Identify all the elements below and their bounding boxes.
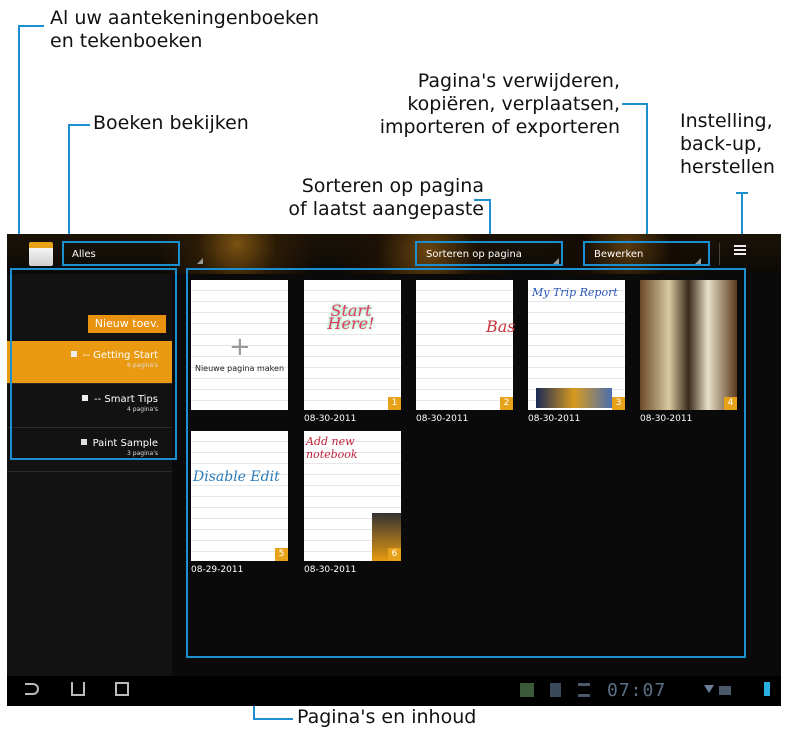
- callout-edit-line3: importeren of exporteren: [379, 116, 620, 138]
- overflow-menu-icon[interactable]: [734, 245, 746, 259]
- callout-pages-content: Pagina's en inhoud: [297, 706, 476, 729]
- system-nav-bar: 07:07: [7, 676, 781, 706]
- highlight-page-grid: [186, 268, 746, 658]
- signal-icon: [719, 686, 731, 695]
- callout-edit-pages: Pagina's verwijderen, kopiëren, verplaat…: [378, 70, 620, 139]
- leader-settings-cap: [736, 192, 748, 194]
- callout-edit-line2: kopiëren, verplaatsen,: [407, 93, 620, 115]
- leader-notebooks-h: [18, 25, 44, 27]
- highlight-sort: [415, 241, 563, 266]
- download-icon: [578, 683, 590, 697]
- leader-edit-h: [622, 103, 648, 105]
- callout-pages-content-text: Pagina's en inhoud: [297, 706, 477, 728]
- callout-view-books-text: Boeken bekijken: [93, 112, 249, 134]
- notes-app-icon[interactable]: [29, 242, 53, 266]
- callout-settings-line2: back-up,: [680, 133, 763, 155]
- leader-settings-v: [741, 192, 743, 240]
- highlight-edit: [583, 241, 710, 266]
- leader-sort-h: [474, 199, 490, 201]
- callout-sort: Sorteren op pagina of laatst aangepaste: [240, 175, 484, 221]
- leader-notebooks-v: [18, 25, 20, 268]
- callout-edit-line1: Pagina's verwijderen,: [417, 70, 620, 92]
- callout-notebooks-line1: Al uw aantekeningenboeken: [50, 7, 320, 29]
- screenshot-icon: [520, 683, 534, 697]
- action-bar-divider: [719, 243, 720, 265]
- callout-settings-line1: Instelling,: [680, 110, 773, 132]
- recent-apps-icon[interactable]: [115, 682, 129, 696]
- callout-sort-line1: Sorteren op pagina: [301, 175, 484, 197]
- callout-sort-line2: of laatst aangepaste: [288, 198, 484, 220]
- file-icon: [550, 683, 561, 697]
- dropdown-arrow-icon: [197, 258, 203, 264]
- leader-content-h: [253, 718, 293, 720]
- battery-icon: [764, 682, 770, 696]
- home-icon[interactable]: [71, 682, 85, 696]
- highlight-view-books: [62, 241, 180, 266]
- leader-view-v: [68, 124, 70, 242]
- callout-notebooks: Al uw aantekeningenboeken en tekenboeken: [50, 7, 319, 53]
- back-icon[interactable]: [25, 683, 39, 695]
- leader-view-h: [68, 124, 90, 126]
- callout-notebooks-line2: en tekenboeken: [50, 30, 203, 52]
- callout-view-books: Boeken bekijken: [93, 112, 249, 135]
- callout-settings: Instelling, back-up, herstellen: [680, 110, 775, 179]
- highlight-sidebar: [10, 268, 177, 460]
- wifi-icon: [704, 685, 714, 693]
- leader-edit-v: [646, 103, 648, 242]
- callout-settings-line3: herstellen: [680, 156, 775, 178]
- status-clock: 07:07: [607, 680, 667, 701]
